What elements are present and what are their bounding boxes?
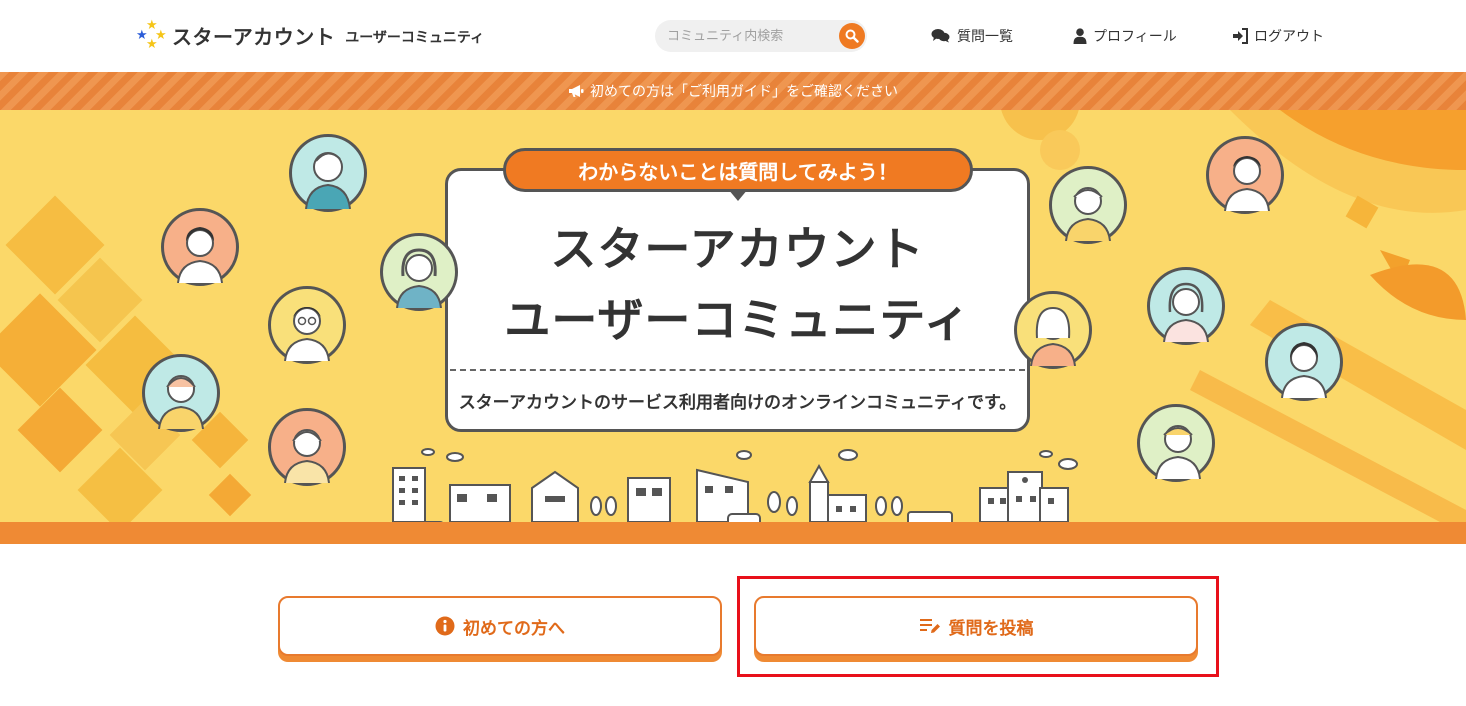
- hero-divider: [450, 369, 1025, 371]
- search-box: [655, 20, 867, 52]
- search-input[interactable]: [667, 26, 827, 46]
- nav-profile-label: プロフィール: [1093, 29, 1177, 45]
- search-button[interactable]: [839, 23, 865, 49]
- avatar-woman-exclaim: [161, 208, 239, 286]
- nav-question-list-label: 質問一覧: [957, 29, 1013, 45]
- highlight-box: [737, 576, 1219, 677]
- hero-bottom-band: [0, 522, 1466, 544]
- avatar-woman-cheer: [142, 354, 220, 432]
- stars-icon: ★ ★ ★ ★: [136, 18, 167, 52]
- avatar-elder-woman: [268, 408, 346, 486]
- logo-sub-text: ユーザーコミュニティ: [345, 30, 485, 46]
- megaphone-icon: [569, 85, 584, 97]
- nav-logout-label: ログアウト: [1254, 29, 1324, 45]
- site-header: ★ ★ ★ ★ スターアカウント ユーザーコミュニティ 質問一覧: [0, 0, 1466, 72]
- avatar-woman-worried: [1147, 267, 1225, 345]
- site-logo[interactable]: ★ ★ ★ ★ スターアカウント ユーザーコミュニティ: [136, 18, 484, 52]
- hero-title: スターアカウント ユーザーコミュニティ: [445, 220, 1030, 349]
- notice-text: 初めての方は「ご利用ガイド」をご確認ください: [590, 84, 898, 100]
- search-icon: [845, 29, 859, 43]
- user-icon: [1073, 28, 1087, 44]
- avatar-thinking-man: [289, 134, 367, 212]
- nav-profile[interactable]: プロフィール: [1073, 26, 1177, 46]
- avatar-man-idea: [1137, 404, 1215, 482]
- sign-out-icon: [1233, 28, 1248, 44]
- avatar-elder-man: [1049, 166, 1127, 244]
- nav-logout[interactable]: ログアウト: [1232, 26, 1324, 46]
- logo-main-text: スターアカウント: [172, 24, 336, 49]
- hero-description: スターアカウントのサービス利用者向けのオンラインコミュニティです。: [458, 393, 1017, 413]
- hero-tag: わからないことは質問してみよう！: [503, 148, 973, 192]
- avatar-boy-confused: [1206, 136, 1284, 214]
- comments-icon: [931, 29, 950, 43]
- avatar-girl-idea: [1265, 323, 1343, 401]
- first-time-label: 初めての方へ: [463, 618, 565, 639]
- hero-title-line1: スターアカウント: [550, 222, 925, 276]
- guide-notice-bar[interactable]: 初めての方は「ご利用ガイド」をご確認ください: [0, 72, 1466, 110]
- avatar-man-glasses: [268, 286, 346, 364]
- nav-question-list[interactable]: 質問一覧: [931, 26, 1013, 46]
- hero-title-line2: ユーザーコミュニティ: [504, 293, 971, 347]
- info-icon: [435, 616, 455, 636]
- first-time-button[interactable]: 初めての方へ: [278, 596, 722, 656]
